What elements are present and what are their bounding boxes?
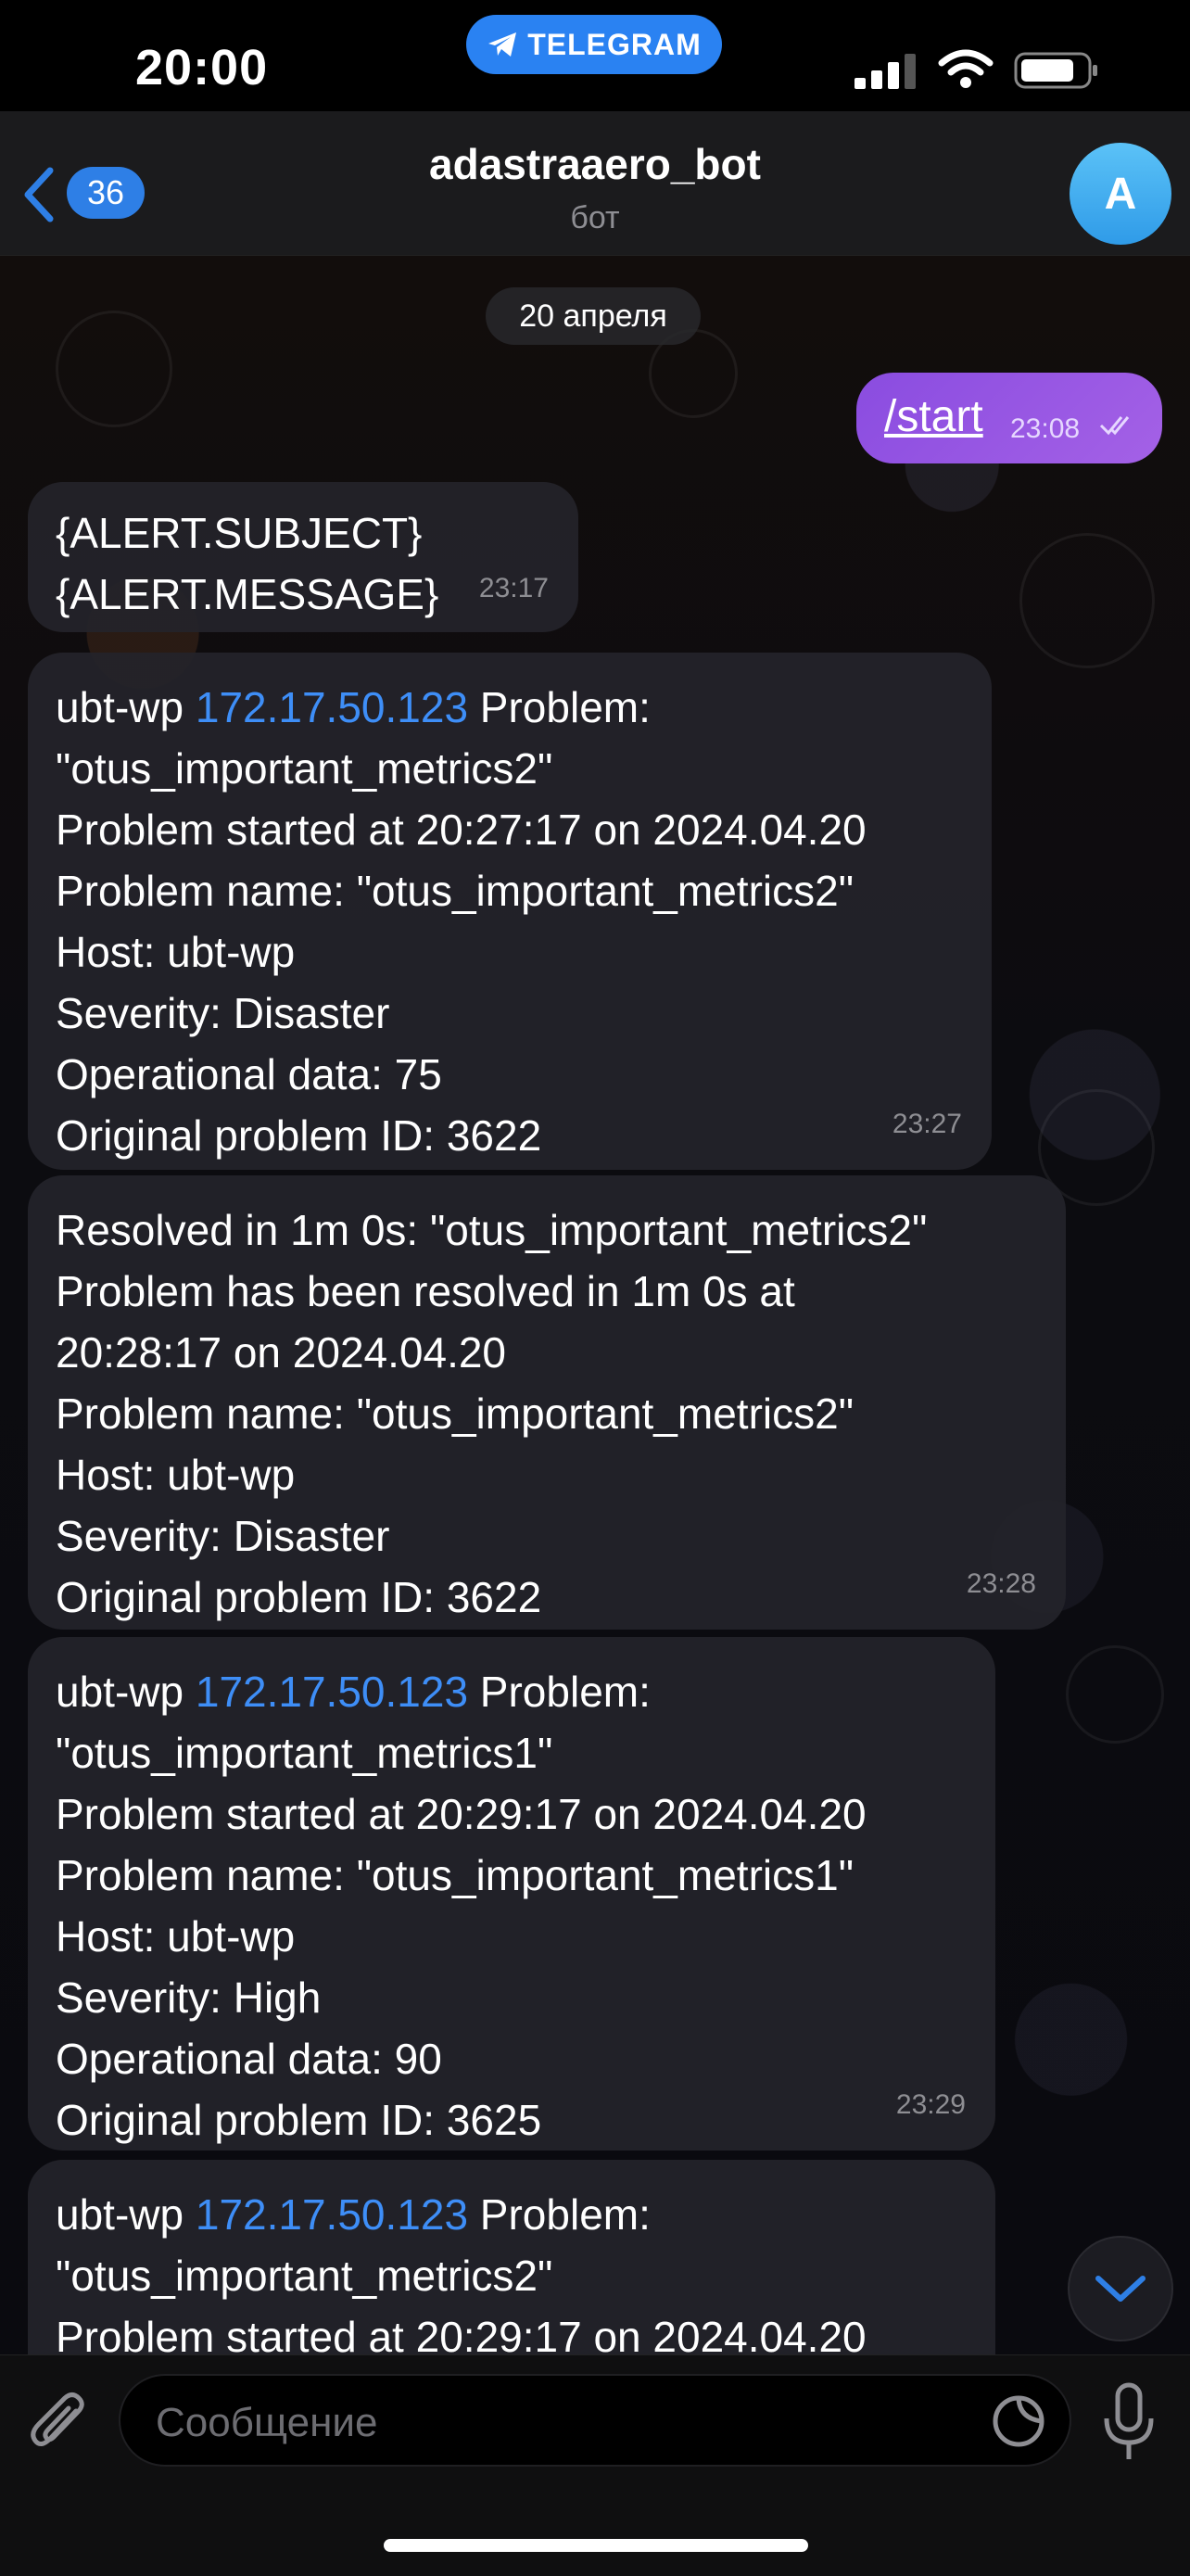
chat-subtitle: бот (570, 200, 620, 235)
message-line: ubt-wp 172.17.50.123 Problem: (56, 2184, 968, 2245)
message-time: 23:29 (895, 2089, 966, 2120)
incoming-message[interactable]: Resolved in 1m 0s: "otus_important_metri… (28, 1175, 1066, 1630)
message-line: Problem name: "otus_important_metrics2" (56, 1390, 855, 1438)
sticker-icon[interactable] (992, 2394, 1045, 2448)
message-time: 23:27 (892, 1109, 962, 1139)
read-checkmarks-icon (1099, 416, 1130, 436)
message-time: 23:28 (966, 1568, 1036, 1599)
message-line: "otus_important_metrics2" (56, 2252, 553, 2300)
message-line: Severity: High (56, 1973, 322, 2022)
message-input-placeholder: Сообщение (156, 2400, 378, 2445)
message-line: Problem started at 20:29:17 on 2024.04.2… (56, 1790, 867, 1838)
wifi-icon (938, 49, 994, 88)
message-line: Host: ubt-wp (56, 928, 296, 976)
chevron-down-icon (1095, 2276, 1146, 2302)
chat-header: 36 adastraaero_bot бот A (0, 111, 1190, 256)
home-indicator[interactable] (384, 2539, 808, 2552)
message-suffix: Problem: (468, 1668, 651, 1716)
outgoing-message-text[interactable]: /start (884, 391, 983, 442)
message-line: Problem started at 20:27:17 on 2024.04.2… (56, 806, 867, 854)
message-line: Problem name: "otus_important_metrics1" (56, 1851, 855, 1899)
message-time: 23:08 (1010, 413, 1081, 444)
message-line: Host: ubt-wp (56, 1451, 296, 1499)
cellular-signal-icon (855, 54, 916, 89)
message-line: Problem has been resolved in 1m 0s at (56, 1267, 795, 1315)
paperclip-icon[interactable] (28, 2389, 89, 2457)
message-line: Severity: Disaster (56, 1512, 390, 1560)
microphone-icon[interactable] (1101, 2381, 1157, 2463)
chat-title[interactable]: adastraaero_bot (0, 139, 1190, 189)
message-line: 20:28:17 on 2024.04.20 (56, 1328, 507, 1377)
message-line: {ALERT.MESSAGE} (56, 570, 439, 618)
ip-link[interactable]: 172.17.50.123 (196, 2190, 468, 2239)
message-input-bar: Сообщение (0, 2354, 1190, 2576)
incoming-message[interactable]: ubt-wp 172.17.50.123 Problem: "otus_impo… (28, 1637, 995, 2151)
message-prefix: ubt-wp (56, 683, 196, 731)
message-line: Operational data: 90 (56, 2035, 442, 2083)
message-line: "otus_important_metrics2" (56, 744, 553, 793)
message-line: Original problem ID: 3622 (56, 1111, 542, 1160)
message-prefix: ubt-wp (56, 2190, 196, 2239)
message-prefix: ubt-wp (56, 1668, 196, 1716)
message-line: Original problem ID: 3625 (56, 2096, 542, 2144)
message-line: ubt-wp 172.17.50.123 Problem: (56, 1661, 968, 1722)
message-line: Problem name: "otus_important_metrics2" (56, 867, 855, 915)
clock: 20:00 (135, 40, 269, 95)
message-line: Original problem ID: 3622 (56, 1573, 542, 1621)
ip-link[interactable]: 172.17.50.123 (196, 683, 468, 731)
message-time: 23:17 (478, 573, 549, 603)
message-suffix: Problem: (468, 2190, 651, 2239)
message-suffix: Problem: (468, 683, 651, 731)
message-line: Host: ubt-wp (56, 1912, 296, 1961)
message-line: Resolved in 1m 0s: "otus_important_metri… (56, 1206, 928, 1254)
incoming-message[interactable]: ubt-wp 172.17.50.123 Problem: "otus_impo… (28, 653, 992, 1170)
incoming-message[interactable]: {ALERT.SUBJECT} {ALERT.MESSAGE} 23:17 (28, 482, 578, 632)
message-line: "otus_important_metrics1" (56, 1729, 553, 1777)
battery-icon (1014, 52, 1097, 89)
outgoing-message[interactable]: /start 23:08 (856, 373, 1162, 463)
message-line: Severity: Disaster (56, 989, 390, 1037)
telegram-pill-label: TELEGRAM (527, 27, 702, 61)
message-input[interactable]: Сообщение (119, 2374, 1071, 2467)
message-line: Operational data: 75 (56, 1050, 442, 1098)
ip-link[interactable]: 172.17.50.123 (196, 1668, 468, 1716)
date-separator: 20 апреля (486, 287, 701, 345)
message-line: ubt-wp 172.17.50.123 Problem: (56, 677, 964, 738)
avatar[interactable]: A (1070, 143, 1171, 245)
scroll-down-button[interactable] (1068, 2236, 1173, 2341)
telegram-plane-icon (488, 32, 517, 57)
message-line: {ALERT.SUBJECT} (56, 509, 423, 557)
telegram-pill[interactable]: TELEGRAM (466, 15, 722, 74)
